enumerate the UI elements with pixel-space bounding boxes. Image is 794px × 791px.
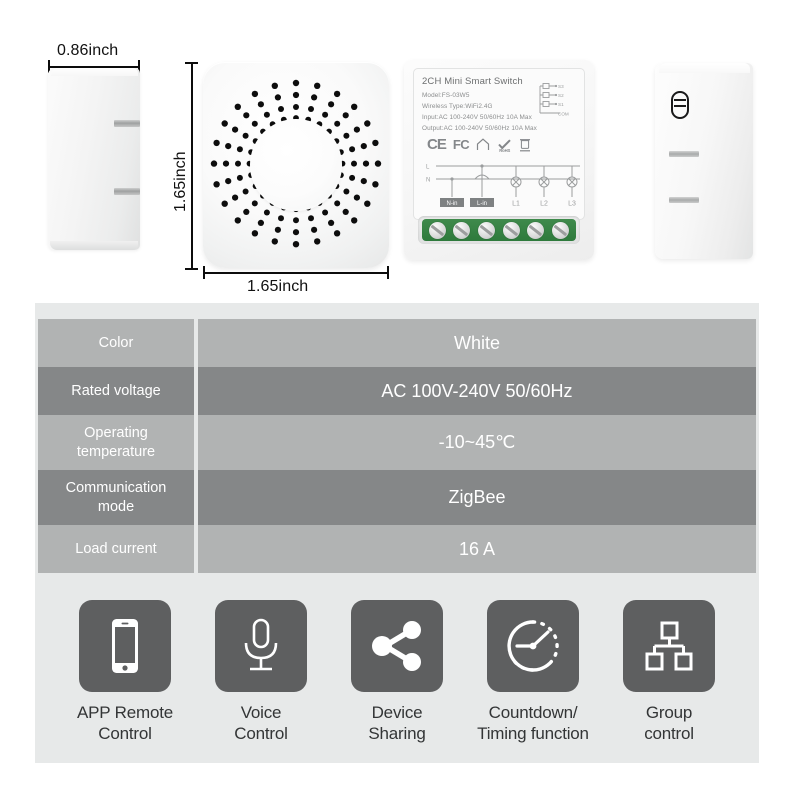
feature-countdown-timing: Countdown/ Timing function [465,600,601,744]
spec-value: ZigBee [198,470,756,525]
dimension-label-top-height: 1.65inch [172,151,189,213]
svg-text:L3: L3 [568,201,576,208]
feature-label: Device Sharing [368,703,426,743]
label-output-rating: Output:AC 100-240V 50/60Hz 10A Max [422,125,537,132]
feature-app-remote-control: APP Remote Control [57,600,193,744]
rohs-mark-label: RoHS [499,148,511,153]
dimension-cap-left-2 [203,266,205,279]
dimension-cap-right-2 [387,266,389,279]
share-nodes-icon [351,600,443,692]
group-hierarchy-icon [623,600,715,692]
dimension-line-top-width [203,272,389,274]
terminal-block-pcb [422,219,576,241]
terminal-screw [428,221,446,239]
feature-label: Group control [644,703,694,743]
specification-panel: Color White Rated voltage AC 100V-240V 5… [35,303,759,763]
house-mark-icon [477,138,490,150]
svg-text:S2: S2 [558,93,564,98]
countdown-clock-icon [487,600,579,692]
spec-key: Rated voltage [38,367,194,415]
svg-text:L2: L2 [540,201,548,208]
svg-text:COM: COM [558,112,569,117]
wiring-diagram: L N N-in L-in L1 L2 L3 [426,164,580,208]
specification-table: Color White Rated voltage AC 100V-240V 5… [38,319,756,573]
spec-value: -10~45℃ [198,415,756,470]
spec-value: 16 A [198,525,756,573]
terminal-screw [453,221,471,239]
terminal-schematic-diagram: S3 S2 S1 COM [539,83,569,117]
vent-bar [674,105,686,107]
spec-value: AC 100V-240V 50/60Hz [198,367,756,415]
table-row: Communication mode ZigBee [38,470,756,525]
label-model: Model:FS-03W5 [422,92,470,99]
mount-slot-lower [114,188,140,195]
feature-label: APP Remote Control [77,703,173,743]
svg-text:N-in: N-in [446,201,457,207]
microphone-icon [215,600,307,692]
grille-center-dome [250,119,342,211]
certification-marks: CE FC RoHS [427,136,531,153]
vent-bar [674,99,686,101]
dimension-cap-bottom [185,268,198,270]
table-row: Load current 16 A [38,525,756,573]
feature-group-control: Group control [601,600,737,744]
smartphone-icon [79,600,171,692]
rohs-mark-icon: RoHS [497,137,512,153]
product-back-view [655,63,753,259]
label-wireless-type: Wireless Type:WiFi2.4G [422,103,493,110]
back-mount-slot-upper [669,151,699,157]
svg-text:N: N [426,178,430,184]
back-mount-slot-lower [669,197,699,203]
terminal-screw [502,221,520,239]
spec-key: Load current [38,525,194,573]
spec-key: Color [38,319,194,367]
dimension-label-top-width: 1.65inch [247,278,309,295]
terminal-screw [552,221,570,239]
product-label-plate: 2CH Mini Smart Switch Model:FS-03W5 Wire… [413,68,585,220]
product-side-view [48,68,140,250]
dimension-label-side-width: 0.86inch [57,42,119,59]
table-row: Rated voltage AC 100V-240V 50/60Hz [38,367,756,415]
product-top-view [203,62,389,268]
label-title: 2CH Mini Smart Switch [422,76,523,87]
terminal-block [418,216,580,244]
label-input-rating: Input:AC 100-240V 50/60Hz 10A Max [422,114,532,121]
product-infographic-page: 0.86inch 1.65inch 1.65inch 2CH Mini Smar… [0,0,794,791]
svg-text:L: L [426,165,430,171]
product-label-view: 2CH Mini Smart Switch Model:FS-03W5 Wire… [404,60,594,260]
svg-text:L-in: L-in [477,201,487,207]
product-showcase: 0.86inch 1.65inch 1.65inch 2CH Mini Smar… [0,0,794,300]
feature-label: Voice Control [234,703,288,743]
terminal-screw [527,221,545,239]
svg-text:S3: S3 [558,84,564,89]
spec-key: Communication mode [38,470,194,525]
mount-slot-upper [114,120,140,127]
terminal-screw [478,221,496,239]
feature-label: Countdown/ Timing function [477,703,589,743]
feature-device-sharing: Device Sharing [329,600,465,744]
feature-voice-control: Voice Control [193,600,329,744]
fcc-mark-icon: FC [452,137,470,152]
spec-key: Operating temperature [38,415,194,470]
spec-value: White [198,319,756,367]
dimension-line-top-height [191,62,193,270]
dimension-cap-top [185,62,198,64]
ce-mark-icon: CE [427,136,447,153]
svg-text:S1: S1 [558,102,564,107]
table-row: Operating temperature -10~45℃ [38,415,756,470]
svg-text:L1: L1 [512,201,520,208]
weee-bin-icon [520,138,531,151]
table-row: Color White [38,319,756,367]
feature-list: APP Remote Control Voice Control Device … [35,586,759,763]
